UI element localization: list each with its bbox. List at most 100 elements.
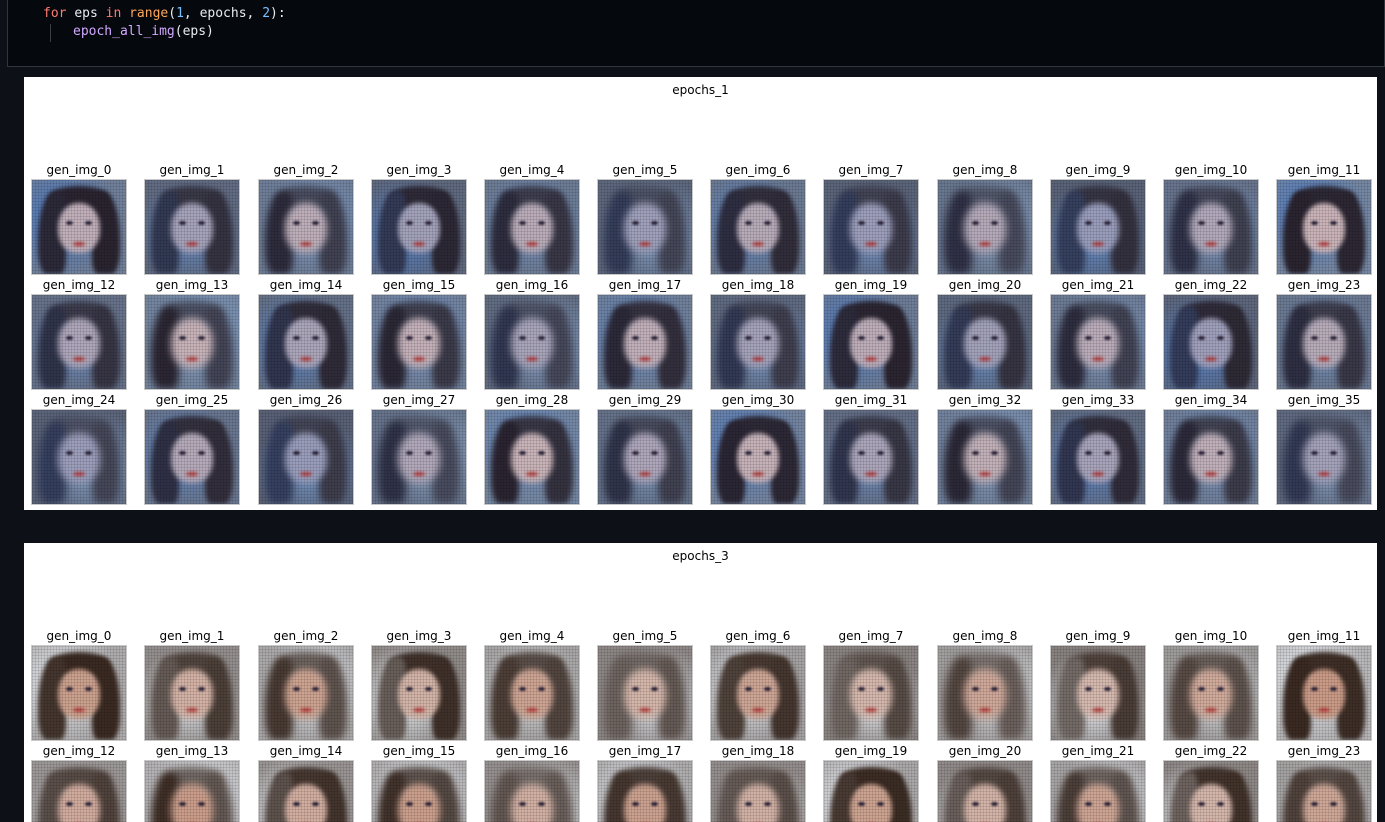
generated-face-image — [1050, 645, 1146, 741]
image-noise — [711, 180, 805, 274]
code-line-2: epoch_all_img(eps) — [73, 24, 214, 39]
generated-face-image — [144, 409, 240, 505]
code-cell[interactable]: for eps in range(1, epochs, 2): epoch_al… — [7, 0, 1385, 67]
image-noise — [259, 295, 353, 389]
image-noise — [145, 761, 239, 822]
generated-face-image — [937, 760, 1033, 822]
image-label: gen_img_11 — [1287, 163, 1361, 177]
image-noise — [485, 646, 579, 740]
generated-face-image — [937, 645, 1033, 741]
number-arg: 2 — [262, 6, 271, 21]
paren-close: ): — [270, 6, 286, 21]
image-label: gen_img_23 — [1287, 278, 1361, 292]
generated-face-image — [144, 294, 240, 390]
image-noise — [1051, 410, 1145, 504]
generated-face-image — [258, 645, 354, 741]
image-noise — [824, 646, 918, 740]
image-noise — [372, 180, 466, 274]
generated-face-image — [484, 294, 580, 390]
generated-face-image — [31, 760, 127, 822]
image-noise — [1164, 410, 1258, 504]
generated-face-image — [937, 294, 1033, 390]
generated-face-image — [1050, 179, 1146, 275]
generated-face-image — [1163, 645, 1259, 741]
generated-face-image — [1050, 294, 1146, 390]
image-label: gen_img_11 — [1287, 629, 1361, 643]
image-noise — [145, 410, 239, 504]
generated-face-image — [1276, 179, 1372, 275]
generated-face-image — [823, 409, 919, 505]
generated-face-image — [144, 645, 240, 741]
generated-face-image — [144, 760, 240, 822]
image-noise — [711, 646, 805, 740]
variable-epochs: epochs — [199, 6, 247, 21]
generated-face-image — [1163, 409, 1259, 505]
generated-face-image — [1163, 760, 1259, 822]
image-noise — [32, 646, 126, 740]
image-noise — [711, 295, 805, 389]
generated-face-image — [710, 294, 806, 390]
image-noise — [598, 295, 692, 389]
generated-face-image — [371, 409, 467, 505]
image-noise — [372, 410, 466, 504]
image-noise — [372, 646, 466, 740]
image-noise — [598, 180, 692, 274]
image-noise — [1051, 761, 1145, 822]
generated-face-image — [597, 294, 693, 390]
image-noise — [145, 295, 239, 389]
generated-face-image — [144, 179, 240, 275]
builtin-range: range — [129, 6, 169, 21]
image-noise — [145, 646, 239, 740]
generated-face-image — [484, 760, 580, 822]
generated-face-image — [710, 409, 806, 505]
image-noise — [1164, 180, 1258, 274]
generated-face-image — [484, 409, 580, 505]
generated-face-image — [31, 409, 127, 505]
generated-face-image — [710, 179, 806, 275]
image-noise — [32, 410, 126, 504]
generated-face-image — [823, 645, 919, 741]
figure-title: epochs_1 — [672, 83, 729, 97]
generated-face-image — [597, 645, 693, 741]
image-noise — [938, 646, 1032, 740]
generated-face-image — [937, 409, 1033, 505]
generated-face-image — [371, 760, 467, 822]
variable-eps: eps — [74, 6, 98, 21]
generated-face-image — [597, 179, 693, 275]
function-call: epoch_all_img — [73, 24, 175, 39]
notebook-page: for eps in range(1, epochs, 2): epoch_al… — [0, 0, 1385, 822]
image-noise — [485, 180, 579, 274]
image-noise — [259, 761, 353, 822]
generated-face-image — [31, 294, 127, 390]
image-noise — [1277, 180, 1371, 274]
comma: , — [246, 6, 263, 21]
generated-face-image — [258, 294, 354, 390]
image-noise — [824, 761, 918, 822]
image-noise — [32, 295, 126, 389]
image-noise — [372, 295, 466, 389]
generated-face-image — [31, 179, 127, 275]
image-noise — [372, 761, 466, 822]
generated-face-image — [371, 294, 467, 390]
generated-face-image — [371, 179, 467, 275]
generated-face-image — [31, 645, 127, 741]
image-noise — [711, 761, 805, 822]
image-noise — [711, 410, 805, 504]
generated-face-image — [1276, 409, 1372, 505]
generated-face-image — [597, 760, 693, 822]
generated-face-image — [823, 179, 919, 275]
image-noise — [824, 180, 918, 274]
figure-output: epochs_1 gen_img_0 gen_img_1 gen_img_2 gen_… — [24, 77, 1377, 510]
image-label: gen_img_35 — [1287, 393, 1361, 407]
generated-face-image — [484, 645, 580, 741]
generated-face-image — [371, 645, 467, 741]
image-noise — [1051, 646, 1145, 740]
generated-face-image — [597, 409, 693, 505]
image-noise — [824, 295, 918, 389]
image-noise — [259, 410, 353, 504]
image-noise — [598, 646, 692, 740]
image-noise — [938, 295, 1032, 389]
generated-face-image — [1163, 294, 1259, 390]
keyword-for: for — [43, 6, 67, 21]
generated-face-image — [258, 409, 354, 505]
